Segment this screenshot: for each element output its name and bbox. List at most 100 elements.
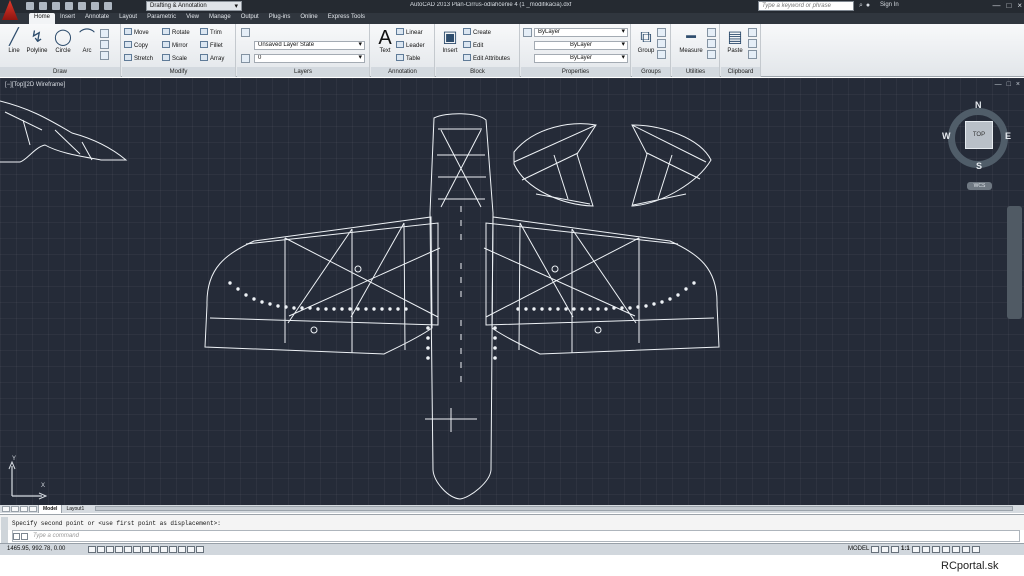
first-layout-arrow[interactable] [2,506,10,512]
annotation-monitor-icon[interactable] [196,546,204,553]
search-icon[interactable]: ⌕ [859,2,863,10]
lineweight-icon[interactable] [160,546,168,553]
open-file-icon[interactable] [39,2,47,10]
user-icon[interactable]: ● [866,2,870,10]
quick-select-icon[interactable] [707,28,716,37]
cut-icon[interactable] [748,28,757,37]
viewcube[interactable]: N W E S TOP [940,100,1016,176]
hardware-acceleration-icon[interactable] [951,546,960,553]
grid-icon[interactable] [97,546,105,553]
plot-icon[interactable] [78,2,86,10]
trim-button[interactable]: Trim [200,28,222,38]
tracking-icon[interactable] [133,546,141,553]
save-icon[interactable] [52,2,60,10]
hatch-icon[interactable] [100,40,109,49]
quick-properties-icon[interactable] [178,546,186,553]
group-button[interactable]: ⧉ Group [633,26,659,64]
copy-button[interactable]: Copy [124,41,148,51]
utilities-panel-title[interactable]: Utilities [672,67,719,77]
array-button[interactable]: Array [200,54,224,64]
tab-annotate[interactable]: Annotate [80,13,114,24]
annotation-scale-value[interactable]: 1:1 [901,546,910,553]
command-settings-icon[interactable] [21,533,28,540]
layer-state-select[interactable]: Unsaved Layer State [254,41,365,50]
edit-attributes-button[interactable]: Edit Attributes [463,54,510,64]
redo-icon[interactable] [104,2,112,10]
maximize-icon[interactable]: □ [1006,1,1011,10]
viewcube-top-face[interactable]: TOP [965,121,993,149]
coordinate-readout[interactable]: 1465.95, 992.78, 0.00 [7,546,65,552]
autocad-logo-icon[interactable] [2,0,18,20]
modify-panel-title[interactable]: Modify [122,67,235,77]
object-snap-icon[interactable] [124,546,132,553]
model-tab[interactable]: Model [38,505,62,513]
mirror-button[interactable]: Mirror [162,41,188,51]
command-close-icon[interactable] [13,533,20,540]
tab-insert[interactable]: Insert [55,13,80,24]
tab-parametric[interactable]: Parametric [142,13,181,24]
tab-express-tools[interactable]: Express Tools [323,13,370,24]
group-selection-icon[interactable] [657,50,666,59]
linetype-property-select[interactable]: ByLayer [534,41,628,50]
move-button[interactable]: Move [124,28,149,38]
layer-properties-icon[interactable] [241,28,250,37]
next-layout-arrow[interactable] [20,506,28,512]
select-all-icon[interactable] [707,50,716,59]
annotation-visibility-icon[interactable] [911,546,920,553]
color-palette-icon[interactable] [523,28,532,37]
copy-clip-icon[interactable] [748,39,757,48]
tab-plug-ins[interactable]: Plug-ins [264,13,296,24]
save-as-icon[interactable] [65,2,73,10]
block-panel-title[interactable]: Block [436,67,519,77]
region-icon[interactable] [100,51,109,60]
workspace-switch-icon[interactable] [931,546,940,553]
insert-block-button[interactable]: ▣ Insert [437,26,463,64]
lightbulb-icon[interactable] [241,54,250,63]
tab-view[interactable]: View [181,13,204,24]
command-input[interactable]: Type a command [12,530,1020,542]
tab-home[interactable]: Home [29,13,56,24]
navigation-bar[interactable] [1007,206,1022,319]
help-search-input[interactable]: Type a keyword or phrase [758,1,854,11]
clipboard-panel-title[interactable]: Clipboard [721,67,760,77]
scale-button[interactable]: Scale [162,54,187,64]
leader-button[interactable]: Leader [396,41,425,51]
rectangle-icon[interactable] [100,29,109,38]
drawing-canvas[interactable]: [−][Top][2D Wireframe] — □ × N W E S TOP… [0,78,1024,505]
close-icon[interactable]: × [1017,1,1022,10]
edit-block-button[interactable]: Edit [463,41,483,51]
minimize-icon[interactable]: — [992,1,1000,10]
group-edit-icon[interactable] [657,39,666,48]
arc-tool-button[interactable]: ⌒ Arc [74,26,100,64]
polyline-tool-button[interactable]: ↯ Polyline [24,26,50,64]
tab-layout[interactable]: Layout [114,13,142,24]
stretch-button[interactable]: Stretch [124,54,153,64]
current-layer-select[interactable]: 0 [254,54,365,63]
horizontal-scrollbar[interactable] [95,506,1013,511]
paste-button[interactable]: ▤ Paste [722,26,748,64]
tab-output[interactable]: Output [236,13,264,24]
command-line-handle[interactable] [1,517,8,544]
previous-layout-arrow[interactable] [11,506,19,512]
quick-view-layouts-icon[interactable] [871,546,879,553]
polar-icon[interactable] [115,546,123,553]
create-block-button[interactable]: Create [463,28,491,38]
quick-view-drawings-icon[interactable] [881,546,889,553]
dynamic-ucs-icon[interactable] [142,546,150,553]
ortho-icon[interactable] [106,546,114,553]
isolate-objects-icon[interactable] [961,546,970,553]
linear-dimension-button[interactable]: Linear [396,28,423,38]
fillet-button[interactable]: Fillet [200,41,223,51]
ungroup-icon[interactable] [657,28,666,37]
layout1-tab[interactable]: Layout1 [61,505,88,513]
text-tool-button[interactable]: A Text [372,26,398,64]
new-file-icon[interactable] [26,2,34,10]
dynamic-input-icon[interactable] [151,546,159,553]
last-layout-arrow[interactable] [29,506,37,512]
rotate-button[interactable]: Rotate [162,28,190,38]
auto-scale-icon[interactable] [921,546,930,553]
undo-icon[interactable] [91,2,99,10]
workspace-selector[interactable]: Drafting & Annotation [146,1,242,11]
lock-icon[interactable] [941,546,950,553]
match-properties-icon[interactable] [748,50,757,59]
